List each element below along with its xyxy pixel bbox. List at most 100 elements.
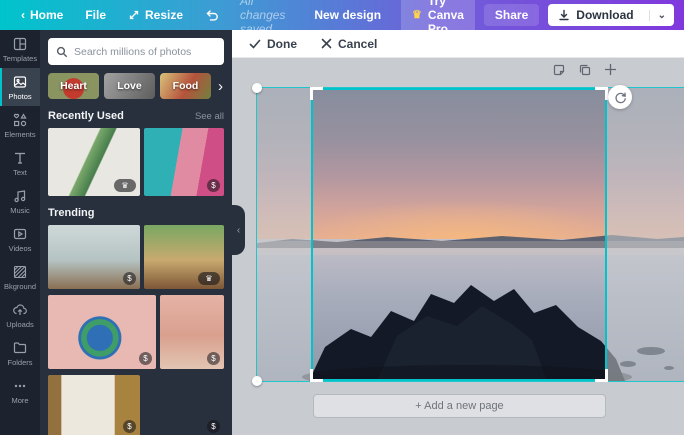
sidebar-item-text[interactable]: Text (0, 144, 40, 182)
crop-handle-bottom-left[interactable] (310, 369, 323, 382)
resize-label: Resize (145, 8, 184, 22)
try-pro-label: Try Canva Pro (427, 0, 464, 36)
chevron-left-icon: ‹ (21, 8, 25, 22)
sidebar-item-photos[interactable]: Photos (0, 68, 40, 106)
autosave-status: All changes saved (240, 0, 286, 36)
photo-thumbnail-outdoor-dinner[interactable]: ♛ (144, 225, 224, 289)
sidebar-item-label: Music (10, 205, 30, 215)
search-input[interactable] (74, 45, 216, 58)
duplicate-icon (579, 64, 590, 75)
sidebar-item-uploads[interactable]: Uploads (0, 296, 40, 334)
download-label: Download (576, 8, 634, 22)
add-page-label: + Add a new page (415, 400, 504, 412)
paid-badge: $ (139, 352, 152, 365)
check-icon (249, 39, 261, 49)
sidebar-item-music[interactable]: Music (0, 182, 40, 220)
crop-dim-right (607, 88, 684, 381)
photo-thumbnail-hands-holding-globe[interactable]: $ (48, 295, 156, 369)
canvas-body: ‹ + Add a new page (232, 58, 684, 435)
notes-icon (553, 64, 564, 75)
templates-icon (13, 37, 27, 50)
download-button[interactable]: Download ⌄ (548, 4, 674, 26)
add-notes-button[interactable] (550, 61, 567, 78)
uploads-icon (13, 303, 27, 315)
add-page-icon-button[interactable] (602, 61, 619, 78)
try-canva-pro-button[interactable]: ♛ Try Canva Pro (401, 0, 475, 40)
file-menu[interactable]: File (74, 8, 117, 22)
sidebar-item-label: Elements (4, 129, 36, 139)
photos-panel: Heart Love Food › Recently Used See all … (40, 30, 232, 435)
seascape-photo[interactable] (257, 88, 684, 381)
sidebar-item-label: Bkground (3, 281, 37, 291)
selection-handle-bottom-left[interactable] (252, 376, 262, 386)
sidebar-item-label: Folders (7, 357, 33, 367)
paid-badge: $ (207, 420, 220, 433)
chip-love[interactable]: Love (104, 73, 155, 99)
crown-icon: ♛ (412, 8, 422, 21)
recently-used-title: Recently Used (48, 110, 124, 122)
selection-handle-top-left[interactable] (252, 83, 262, 93)
sidebar-item-background[interactable]: Bkground (0, 258, 40, 296)
chip-label: Food (172, 80, 199, 92)
sidebar-item-videos[interactable]: Videos (0, 220, 40, 258)
done-label: Done (267, 36, 297, 51)
photo-thumbnail-man-cooking[interactable]: $ (48, 225, 140, 289)
page-actions (550, 61, 619, 78)
chips-next-arrow[interactable]: › (218, 79, 223, 94)
paid-badge: $ (123, 272, 136, 285)
photos-icon (13, 75, 27, 88)
done-button[interactable]: Done (249, 37, 297, 51)
add-new-page-button[interactable]: + Add a new page (313, 394, 606, 418)
photo-thumbnail-washing-vegetables[interactable]: $ (48, 375, 140, 435)
duplicate-page-button[interactable] (576, 61, 593, 78)
more-icon (14, 384, 26, 387)
collapse-chevron-icon: ‹ (236, 224, 241, 236)
crop-handle-top-right[interactable] (595, 87, 608, 100)
download-options-caret[interactable]: ⌄ (648, 9, 674, 21)
music-icon (14, 189, 26, 202)
chip-label: Love (117, 80, 142, 92)
chip-heart[interactable]: Heart (48, 73, 99, 99)
photo-thumbnail-woman-with-roses[interactable]: $ (144, 128, 224, 196)
sidebar-item-label: Text (13, 167, 27, 177)
sidebar-item-label: Photos (8, 91, 32, 101)
crop-dim-left (257, 88, 311, 381)
resize-icon (129, 10, 139, 20)
search-box[interactable] (48, 38, 224, 65)
pro-crown-badge: ♛ (114, 179, 136, 192)
sidebar-item-label: Videos (8, 243, 32, 253)
paid-badge: $ (123, 420, 136, 433)
share-label: Share (494, 8, 529, 22)
file-label: File (85, 8, 107, 22)
chip-label: Heart (60, 80, 87, 92)
download-icon (559, 9, 569, 21)
sidebar-item-more[interactable]: More (0, 372, 40, 410)
sidebar-item-folders[interactable]: Folders (0, 334, 40, 372)
sidebar-item-elements[interactable]: Elements (0, 106, 40, 144)
panel-collapse-handle[interactable]: ‹ (232, 205, 245, 255)
rotate-button[interactable] (608, 85, 632, 109)
resize-button[interactable]: Resize (117, 8, 194, 22)
crop-handle-top-left[interactable] (310, 87, 323, 100)
folders-icon (13, 341, 27, 353)
sidebar-item-label: Uploads (6, 319, 34, 329)
photo-thumbnail-girl-pink-wall[interactable]: $ (160, 295, 224, 369)
home-button[interactable]: ‹ Home (10, 8, 74, 22)
undo-button[interactable] (194, 9, 230, 21)
photo-thumbnail-woman-by-stove[interactable]: $ (144, 375, 224, 435)
crop-handle-bottom-right[interactable] (595, 369, 608, 382)
category-chips: Heart Love Food › (48, 73, 224, 99)
new-design-button[interactable]: New design (303, 8, 392, 22)
elements-icon (13, 112, 27, 126)
photo-thumbnail-fern-leaf[interactable]: ♛ (48, 128, 140, 196)
trending-title: Trending (48, 207, 95, 219)
videos-icon (13, 228, 27, 239)
see-all-link[interactable]: See all (195, 111, 224, 122)
chip-food[interactable]: Food (160, 73, 211, 99)
home-label: Home (30, 8, 64, 22)
search-icon (56, 46, 68, 57)
paid-badge: $ (207, 179, 220, 192)
share-button[interactable]: Share (483, 4, 540, 26)
rotate-icon (614, 92, 626, 103)
sidebar-item-label: More (11, 395, 29, 405)
